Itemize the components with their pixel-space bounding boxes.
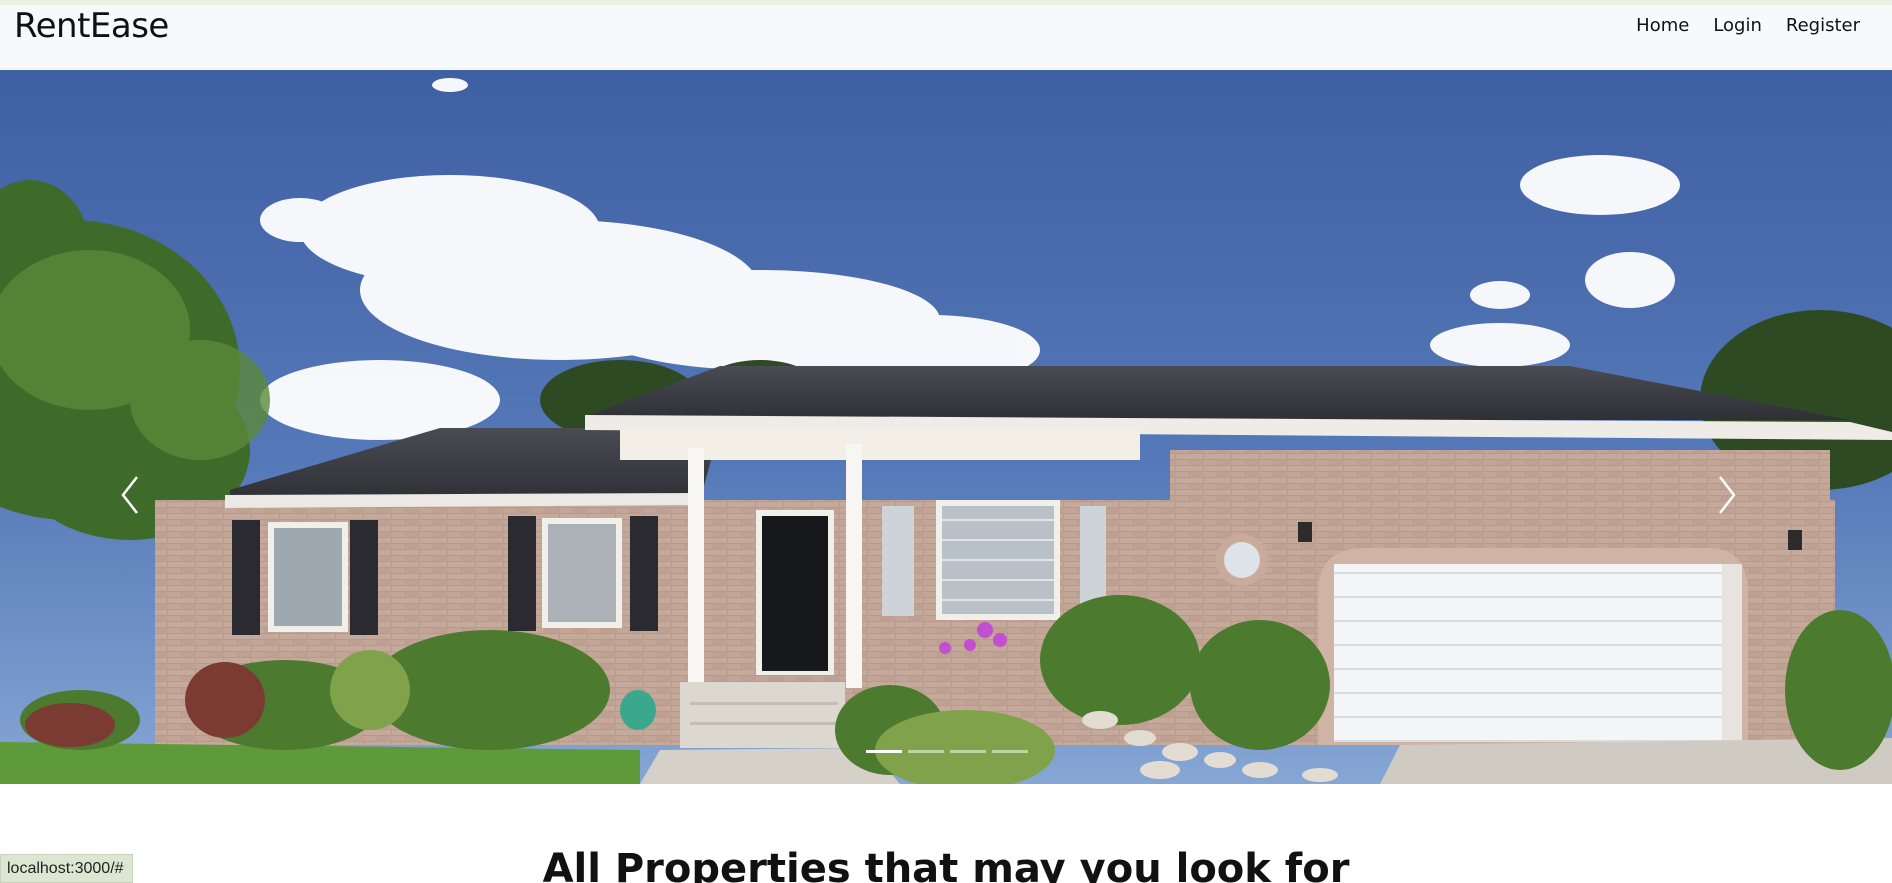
- nav-home-link[interactable]: Home: [1636, 15, 1689, 36]
- chevron-right-icon: [1719, 476, 1736, 514]
- carousel-indicator[interactable]: [992, 750, 1028, 753]
- status-bar-url: localhost:3000/#: [0, 854, 133, 883]
- carousel-indicators: [866, 750, 1028, 753]
- nav-register-link[interactable]: Register: [1786, 15, 1860, 36]
- carousel-prev-button[interactable]: [115, 460, 175, 530]
- section-title: All Properties that may you look for: [542, 846, 1350, 883]
- carousel-indicator[interactable]: [866, 750, 902, 753]
- chevron-left-icon: [121, 476, 138, 514]
- carousel-indicator[interactable]: [950, 750, 986, 753]
- nav-login-link[interactable]: Login: [1713, 15, 1762, 36]
- hero-carousel: [0, 70, 1892, 784]
- nav-links: Home Login Register: [1636, 15, 1860, 36]
- carousel-indicator[interactable]: [908, 750, 944, 753]
- carousel-next-button[interactable]: [1700, 460, 1760, 530]
- brand-logo[interactable]: RentEase: [14, 6, 169, 46]
- house-photo: [0, 70, 1892, 784]
- navbar: RentEase Home Login Register: [0, 5, 1892, 69]
